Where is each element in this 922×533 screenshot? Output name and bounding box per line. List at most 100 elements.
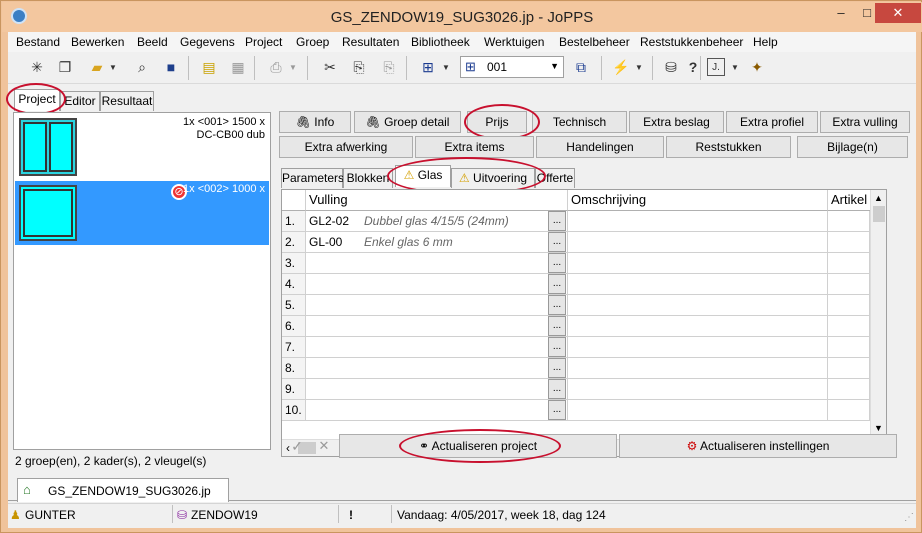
table-row[interactable]: 9.... (282, 379, 882, 400)
vertical-scrollbar[interactable]: ▲ ▼ (870, 190, 886, 439)
dropdown-arrow-icon[interactable]: ▼ (730, 56, 740, 78)
grid-icon[interactable]: ▦ (227, 56, 249, 78)
omschrijving-cell[interactable] (568, 316, 828, 337)
open-folder-icon[interactable]: ▰ (86, 56, 108, 78)
document-tab[interactable]: ⌂ GS_ZENDOW19_SUG3026.jp (17, 478, 229, 502)
extra-profiel-button[interactable]: Extra profiel (726, 111, 818, 133)
extra-afwerking-button[interactable]: Extra afwerking (279, 136, 413, 158)
confirm-icon[interactable]: ✓ (286, 435, 308, 457)
menu-bibliotheek[interactable]: Bibliotheek (411, 35, 470, 49)
vulling-cell[interactable]: GL-00 Enkel glas 6 mm... (306, 232, 568, 253)
table-row[interactable]: 2. GL-00 Enkel glas 6 mm... (282, 232, 882, 253)
table-row[interactable]: 1. GL2-02 Dubbel glas 4/15/5 (24mm)... (282, 211, 882, 232)
artikel-cell[interactable] (828, 379, 870, 400)
paste-special-icon[interactable]: ⎘ (378, 56, 400, 78)
artikel-cell[interactable] (828, 232, 870, 253)
bijlagen-button[interactable]: Bijlage(n) (797, 136, 908, 158)
omschrijving-cell[interactable] (568, 337, 828, 358)
scroll-thumb[interactable] (873, 206, 885, 222)
dropdown-arrow-icon[interactable]: ▼ (634, 56, 644, 78)
table-row[interactable]: 4.... (282, 274, 882, 295)
browse-button[interactable]: ... (548, 358, 566, 378)
browse-button[interactable]: ... (548, 379, 566, 399)
menu-bewerken[interactable]: Bewerken (71, 35, 124, 49)
handelingen-button[interactable]: Handelingen (536, 136, 664, 158)
omschrijving-cell[interactable] (568, 295, 828, 316)
browse-button[interactable]: ... (548, 316, 566, 336)
menu-reststukkenbeheer[interactable]: Reststukkenbeheer (640, 35, 743, 49)
menu-werktuigen[interactable]: Werktuigen (484, 35, 544, 49)
minimize-button[interactable]: – (828, 3, 854, 23)
omschrijving-cell[interactable] (568, 379, 828, 400)
vulling-cell[interactable]: ... (306, 295, 568, 316)
cut-icon[interactable]: ✂ (319, 56, 341, 78)
technisch-button[interactable]: Technisch (532, 111, 627, 133)
omschrijving-cell[interactable] (568, 253, 828, 274)
menu-bestelbeheer[interactable]: Bestelbeheer (559, 35, 630, 49)
menu-help[interactable]: Help (753, 35, 778, 49)
scroll-down-icon[interactable]: ▼ (874, 423, 883, 433)
dropdown-arrow-icon[interactable]: ▼ (441, 56, 451, 78)
tab-editor[interactable]: Editor (60, 91, 100, 111)
table-row[interactable]: 7.... (282, 337, 882, 358)
selection-icon[interactable]: ⊞ (417, 56, 439, 78)
find-icon[interactable]: ⌕ (131, 56, 153, 78)
table-row[interactable]: 6.... (282, 316, 882, 337)
new-icon[interactable]: ✳ (26, 56, 48, 78)
artikel-cell[interactable] (828, 211, 870, 232)
vulling-cell[interactable]: ... (306, 337, 568, 358)
actualiseren-instellingen-button[interactable]: ⚙ Actualiseren instellingen (619, 434, 897, 458)
vulling-cell[interactable]: ... (306, 253, 568, 274)
reststukken-button[interactable]: Reststukken (666, 136, 791, 158)
print-preview-icon[interactable]: ▤ (198, 56, 220, 78)
browse-button[interactable]: ... (548, 295, 566, 315)
vulling-cell[interactable]: GL2-02 Dubbel glas 4/15/5 (24mm)... (306, 211, 568, 232)
info-button[interactable]: 🖇 Info (279, 111, 351, 133)
browse-button[interactable]: ... (548, 253, 566, 273)
table-row[interactable]: 10.... (282, 400, 882, 421)
vulling-cell[interactable]: ... (306, 316, 568, 337)
dropdown-arrow-icon[interactable]: ▼ (108, 56, 118, 78)
menu-resultaten[interactable]: Resultaten (342, 35, 399, 49)
omschrijving-cell[interactable] (568, 400, 828, 421)
cancel-icon[interactable]: ✕ (313, 435, 335, 457)
col-vulling-header[interactable]: Vulling (306, 190, 568, 211)
tab-resultaat[interactable]: Resultaat (100, 91, 154, 111)
browse-button[interactable]: ... (548, 211, 566, 231)
list-item[interactable]: 1x <001> 1500 x DC-CB00 dub (15, 114, 269, 180)
save-icon[interactable]: ■ (160, 56, 182, 78)
table-row[interactable]: 8.... (282, 358, 882, 379)
menu-beeld[interactable]: Beeld (137, 35, 168, 49)
tab-blokken[interactable]: Blokken (343, 168, 393, 188)
paste-icon[interactable]: ⎘ (348, 56, 370, 78)
vulling-cell[interactable]: ... (306, 400, 568, 421)
vulling-cell[interactable]: ... (306, 274, 568, 295)
browse-button[interactable]: ... (548, 274, 566, 294)
dropdown-arrow-icon[interactable]: ▼ (288, 56, 298, 78)
vulling-cell[interactable]: ... (306, 358, 568, 379)
artikel-cell[interactable] (828, 316, 870, 337)
menu-gegevens[interactable]: Gegevens (180, 35, 235, 49)
browse-button[interactable]: ... (548, 400, 566, 420)
tab-parameters[interactable]: Parameters (281, 168, 344, 188)
menu-bestand[interactable]: Bestand (16, 35, 60, 49)
menu-groep[interactable]: Groep (296, 35, 329, 49)
lightning-icon[interactable]: ⚡ (610, 56, 632, 78)
omschrijving-cell[interactable] (568, 274, 828, 295)
browse-button[interactable]: ... (548, 337, 566, 357)
extra-items-button[interactable]: Extra items (415, 136, 534, 158)
artikel-cell[interactable] (828, 295, 870, 316)
table-row[interactable]: 5.... (282, 295, 882, 316)
artikel-cell[interactable] (828, 337, 870, 358)
extra-vulling-button[interactable]: Extra vulling (820, 111, 910, 133)
close-button[interactable]: ✕ (875, 3, 921, 23)
artikel-cell[interactable] (828, 274, 870, 295)
database-icon[interactable]: ⛁ (660, 56, 682, 78)
multi-window-icon[interactable]: ⧉ (570, 56, 592, 78)
resize-grip-icon[interactable]: ⋰ (904, 512, 914, 523)
browse-button[interactable]: ... (548, 232, 566, 252)
artikel-cell[interactable] (828, 358, 870, 379)
col-omschrijving-header[interactable]: Omschrijving (568, 190, 828, 211)
artikel-cell[interactable] (828, 253, 870, 274)
vulling-cell[interactable]: ... (306, 379, 568, 400)
